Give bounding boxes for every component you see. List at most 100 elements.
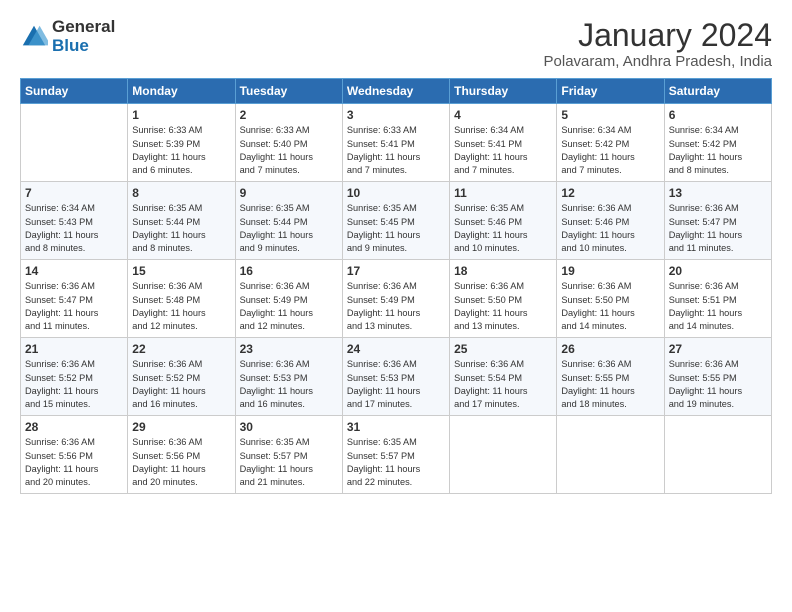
calendar-cell: 27 Sunrise: 6:36 AMSunset: 5:55 PMDayligh…	[664, 338, 771, 416]
day-number: 27	[669, 342, 767, 356]
header-day: Tuesday	[235, 79, 342, 104]
cell-content: Sunrise: 6:34 AMSunset: 5:42 PMDaylight:…	[669, 124, 767, 177]
day-number: 19	[561, 264, 659, 278]
cell-content: Sunrise: 6:35 AMSunset: 5:46 PMDaylight:…	[454, 202, 552, 255]
day-number: 26	[561, 342, 659, 356]
logo: General Blue	[20, 18, 115, 55]
logo-text: General Blue	[52, 18, 115, 55]
calendar-cell: 24Sunrise: 6:36 AMSunset: 5:53 PMDayligh…	[342, 338, 449, 416]
calendar-cell: 6 Sunrise: 6:34 AMSunset: 5:42 PMDaylight…	[664, 104, 771, 182]
day-number: 14	[25, 264, 123, 278]
day-number: 15	[132, 264, 230, 278]
title-area: January 2024 Polavaram, Andhra Pradesh, …	[544, 18, 772, 70]
calendar-cell: 7Sunrise: 6:34 AMSunset: 5:43 PMDaylight…	[21, 182, 128, 260]
cell-content: Sunrise: 6:33 AMSunset: 5:40 PMDaylight:…	[240, 124, 338, 177]
calendar-cell: 17 Sunrise: 6:36 AMSunset: 5:49 PMDayligh…	[342, 260, 449, 338]
cell-content: Sunrise: 6:36 AMSunset: 5:48 PMDaylight:…	[132, 280, 230, 333]
calendar-cell: 31 Sunrise: 6:35 AMSunset: 5:57 PMDayligh…	[342, 416, 449, 494]
page: General Blue January 2024 Polavaram, And…	[0, 0, 792, 612]
calendar-cell: 15 Sunrise: 6:36 AMSunset: 5:48 PMDayligh…	[128, 260, 235, 338]
calendar-cell: 18 Sunrise: 6:36 AMSunset: 5:50 PMDayligh…	[450, 260, 557, 338]
cell-content: Sunrise: 6:36 AMSunset: 5:51 PMDaylight:…	[669, 280, 767, 333]
calendar-cell: 21Sunrise: 6:36 AMSunset: 5:52 PMDayligh…	[21, 338, 128, 416]
cell-content: Sunrise: 6:33 AMSunset: 5:41 PMDaylight:…	[347, 124, 445, 177]
calendar-cell: 29 Sunrise: 6:36 AMSunset: 5:56 PMDayligh…	[128, 416, 235, 494]
calendar-cell: 28Sunrise: 6:36 AMSunset: 5:56 PMDayligh…	[21, 416, 128, 494]
day-number: 30	[240, 420, 338, 434]
cell-content: Sunrise: 6:35 AMSunset: 5:57 PMDaylight:…	[347, 436, 445, 489]
cell-content: Sunrise: 6:36 AMSunset: 5:53 PMDaylight:…	[347, 358, 445, 411]
calendar-cell: 25Sunrise: 6:36 AMSunset: 5:54 PMDayligh…	[450, 338, 557, 416]
day-number: 21	[25, 342, 123, 356]
week-row: 7Sunrise: 6:34 AMSunset: 5:43 PMDaylight…	[21, 182, 772, 260]
day-number: 17	[347, 264, 445, 278]
calendar-cell: 12 Sunrise: 6:36 AMSunset: 5:46 PMDayligh…	[557, 182, 664, 260]
cell-content: Sunrise: 6:36 AMSunset: 5:49 PMDaylight:…	[240, 280, 338, 333]
cell-content: Sunrise: 6:34 AMSunset: 5:42 PMDaylight:…	[561, 124, 659, 177]
day-number: 22	[132, 342, 230, 356]
day-number: 16	[240, 264, 338, 278]
day-number: 8	[132, 186, 230, 200]
calendar-cell: 3Sunrise: 6:33 AMSunset: 5:41 PMDaylight…	[342, 104, 449, 182]
cell-content: Sunrise: 6:36 AMSunset: 5:55 PMDaylight:…	[561, 358, 659, 411]
cell-content: Sunrise: 6:36 AMSunset: 5:50 PMDaylight:…	[561, 280, 659, 333]
logo-blue: Blue	[52, 37, 115, 56]
calendar-cell: 16 Sunrise: 6:36 AMSunset: 5:49 PMDayligh…	[235, 260, 342, 338]
week-row: 1 Sunrise: 6:33 AMSunset: 5:39 PMDaylight…	[21, 104, 772, 182]
header-day: Friday	[557, 79, 664, 104]
header-day: Saturday	[664, 79, 771, 104]
day-number: 10	[347, 186, 445, 200]
day-number: 2	[240, 108, 338, 122]
cell-content: Sunrise: 6:36 AMSunset: 5:50 PMDaylight:…	[454, 280, 552, 333]
calendar-cell: 9Sunrise: 6:35 AMSunset: 5:44 PMDaylight…	[235, 182, 342, 260]
calendar-cell	[557, 416, 664, 494]
day-number: 20	[669, 264, 767, 278]
cell-content: Sunrise: 6:36 AMSunset: 5:56 PMDaylight:…	[132, 436, 230, 489]
cell-content: Sunrise: 6:33 AMSunset: 5:39 PMDaylight:…	[132, 124, 230, 177]
cell-content: Sunrise: 6:35 AMSunset: 5:45 PMDaylight:…	[347, 202, 445, 255]
calendar-cell: 1 Sunrise: 6:33 AMSunset: 5:39 PMDaylight…	[128, 104, 235, 182]
cell-content: Sunrise: 6:36 AMSunset: 5:49 PMDaylight:…	[347, 280, 445, 333]
cell-content: Sunrise: 6:36 AMSunset: 5:47 PMDaylight:…	[669, 202, 767, 255]
day-number: 23	[240, 342, 338, 356]
cell-content: Sunrise: 6:36 AMSunset: 5:56 PMDaylight:…	[25, 436, 123, 489]
cell-content: Sunrise: 6:34 AMSunset: 5:41 PMDaylight:…	[454, 124, 552, 177]
calendar-cell: 23 Sunrise: 6:36 AMSunset: 5:53 PMDayligh…	[235, 338, 342, 416]
cell-content: Sunrise: 6:36 AMSunset: 5:47 PMDaylight:…	[25, 280, 123, 333]
calendar-cell	[21, 104, 128, 182]
calendar-cell: 2 Sunrise: 6:33 AMSunset: 5:40 PMDaylight…	[235, 104, 342, 182]
logo-general: General	[52, 18, 115, 37]
day-number: 1	[132, 108, 230, 122]
day-number: 13	[669, 186, 767, 200]
day-number: 9	[240, 186, 338, 200]
day-number: 6	[669, 108, 767, 122]
calendar-cell: 10 Sunrise: 6:35 AMSunset: 5:45 PMDayligh…	[342, 182, 449, 260]
day-number: 12	[561, 186, 659, 200]
calendar-cell: 22Sunrise: 6:36 AMSunset: 5:52 PMDayligh…	[128, 338, 235, 416]
cell-content: Sunrise: 6:36 AMSunset: 5:46 PMDaylight:…	[561, 202, 659, 255]
day-number: 11	[454, 186, 552, 200]
day-number: 18	[454, 264, 552, 278]
calendar-cell: 13 Sunrise: 6:36 AMSunset: 5:47 PMDayligh…	[664, 182, 771, 260]
week-row: 14 Sunrise: 6:36 AMSunset: 5:47 PMDayligh…	[21, 260, 772, 338]
calendar-cell	[664, 416, 771, 494]
day-number: 31	[347, 420, 445, 434]
cell-content: Sunrise: 6:36 AMSunset: 5:53 PMDaylight:…	[240, 358, 338, 411]
calendar-cell: 11 Sunrise: 6:35 AMSunset: 5:46 PMDayligh…	[450, 182, 557, 260]
header-day: Monday	[128, 79, 235, 104]
calendar-cell: 26 Sunrise: 6:36 AMSunset: 5:55 PMDayligh…	[557, 338, 664, 416]
calendar-cell: 8 Sunrise: 6:35 AMSunset: 5:44 PMDaylight…	[128, 182, 235, 260]
day-number: 25	[454, 342, 552, 356]
calendar-cell: 20 Sunrise: 6:36 AMSunset: 5:51 PMDayligh…	[664, 260, 771, 338]
location: Polavaram, Andhra Pradesh, India	[544, 53, 772, 70]
logo-icon	[20, 23, 48, 51]
day-number: 4	[454, 108, 552, 122]
week-row: 28Sunrise: 6:36 AMSunset: 5:56 PMDayligh…	[21, 416, 772, 494]
calendar-cell: 4 Sunrise: 6:34 AMSunset: 5:41 PMDaylight…	[450, 104, 557, 182]
calendar-cell	[450, 416, 557, 494]
day-number: 29	[132, 420, 230, 434]
cell-content: Sunrise: 6:36 AMSunset: 5:55 PMDaylight:…	[669, 358, 767, 411]
calendar-table: SundayMondayTuesdayWednesdayThursdayFrid…	[20, 78, 772, 494]
cell-content: Sunrise: 6:35 AMSunset: 5:44 PMDaylight:…	[132, 202, 230, 255]
day-number: 5	[561, 108, 659, 122]
